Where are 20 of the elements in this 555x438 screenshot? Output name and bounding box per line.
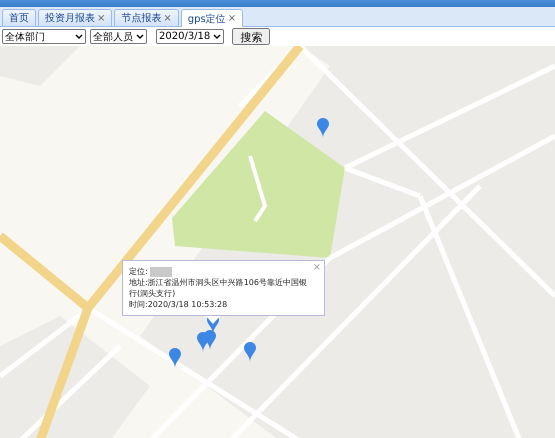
info-text: 时间:2020/3/18 10:53:28 [129,299,228,310]
caret-icon [136,34,144,39]
close-button[interactable]: × [163,12,172,24]
caret-icon [213,34,222,39]
tab[interactable]: 首页 [2,9,36,26]
close-button[interactable]: × [97,12,106,24]
map-pin-icon[interactable] [169,348,181,368]
department-select[interactable]: 全体部门 [2,29,86,44]
close-button[interactable]: × [228,13,236,24]
caret-icon [75,34,83,39]
tab[interactable]: gps定位 × [180,9,244,27]
tab[interactable]: 投资月报表 × [38,9,112,26]
info-text: 地址:浙江省温州市洞头区中兴路106号靠近中国银行(洞头支行) [129,277,308,299]
tab[interactable]: 节点报表 × [114,9,179,26]
map-pin-icon[interactable] [204,330,216,350]
map-pin-icon[interactable] [244,342,256,362]
search-button[interactable]: 搜索 [232,28,270,45]
date-select[interactable]: 2020/3/18 [156,29,224,44]
staff-select[interactable]: 全部人员 [90,29,147,44]
map-pin-icon[interactable] [317,118,329,138]
